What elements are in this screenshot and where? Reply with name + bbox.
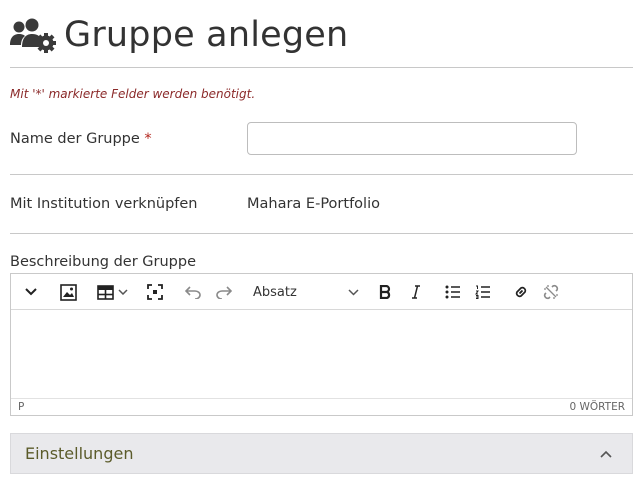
undo-button[interactable]: [183, 280, 203, 304]
group-name-label: Name der Gruppe *: [10, 131, 152, 147]
numbered-list-icon: [475, 285, 490, 299]
toolbar-toggle-button[interactable]: [21, 280, 41, 304]
block-format-value: Absatz: [253, 284, 297, 300]
editor-toolbar: Absatz: [11, 274, 632, 310]
chevron-down-icon: [25, 288, 37, 296]
bullet-list-icon: [445, 285, 460, 299]
institution-value: Mahara E-Portfolio: [247, 196, 380, 212]
redo-button[interactable]: [214, 280, 234, 304]
unlink-icon: [543, 284, 559, 300]
bullet-list-button[interactable]: [443, 280, 463, 304]
element-path[interactable]: P: [18, 401, 24, 413]
users-gear-icon: [10, 18, 56, 53]
unlink-button[interactable]: [541, 280, 561, 304]
image-icon: [59, 283, 77, 301]
bold-icon: [379, 285, 391, 299]
chevron-down-icon: [117, 289, 128, 295]
insert-table-button[interactable]: [94, 280, 130, 304]
description-label: Beschreibung der Gruppe: [10, 254, 196, 270]
bold-button[interactable]: [375, 280, 395, 304]
redo-icon: [216, 286, 232, 299]
fullscreen-button[interactable]: [145, 280, 165, 304]
settings-panel-title: Einstellungen: [25, 444, 134, 463]
numbered-list-button[interactable]: [473, 280, 493, 304]
chevron-up-icon: [600, 450, 612, 458]
row-divider: [10, 174, 633, 175]
page-title: Gruppe anlegen: [64, 15, 349, 55]
row-divider: [10, 233, 633, 234]
settings-panel-header[interactable]: Einstellungen: [10, 433, 633, 474]
required-marker: *: [144, 131, 152, 147]
block-format-select[interactable]: Absatz: [253, 280, 359, 304]
insert-link-button[interactable]: [511, 280, 531, 304]
insert-image-button[interactable]: [58, 280, 78, 304]
editor-content-area[interactable]: [11, 309, 632, 399]
undo-icon: [185, 286, 201, 299]
institution-label: Mit Institution verknüpfen: [10, 196, 198, 212]
link-icon: [515, 286, 527, 298]
fullscreen-icon: [147, 284, 163, 300]
required-fields-note: Mit '*' markierte Felder werden benötigt…: [10, 87, 256, 101]
chevron-down-icon: [348, 288, 359, 296]
header-divider: [10, 67, 633, 68]
group-name-input[interactable]: [247, 122, 577, 155]
editor-statusbar: P 0 WÖRTER: [11, 398, 632, 415]
group-name-label-text: Name der Gruppe: [10, 131, 140, 147]
italic-icon: [412, 285, 420, 299]
italic-button[interactable]: [406, 280, 426, 304]
description-editor: Absatz P 0 WÖRTER: [10, 273, 633, 416]
page-header: Gruppe anlegen: [10, 8, 348, 62]
table-icon: [96, 284, 114, 300]
word-count: 0 WÖRTER: [569, 401, 625, 413]
